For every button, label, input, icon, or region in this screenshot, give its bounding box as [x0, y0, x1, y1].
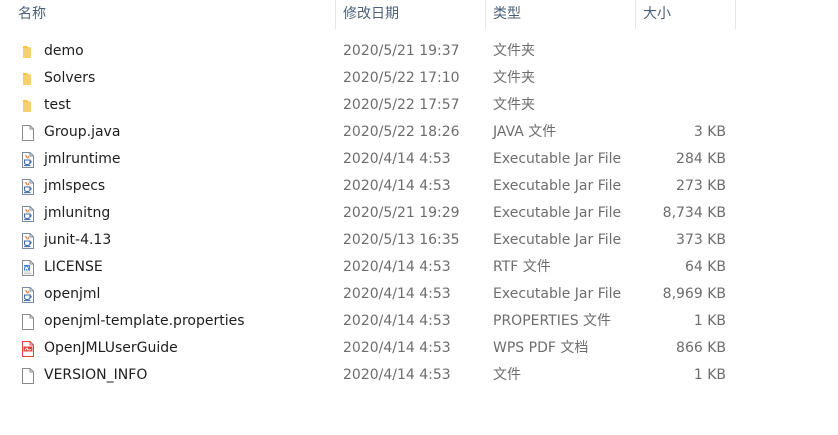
- folder-icon: [19, 70, 37, 88]
- file-size: 64 KB: [684, 259, 726, 275]
- file-name: openjml-template.properties: [44, 313, 245, 329]
- file-row[interactable]: OpenJMLUserGuide 2020/4/14 4:53 WPS PDF 文档…: [0, 335, 838, 362]
- column-divider[interactable]: [635, 0, 636, 29]
- java-jar-icon: [19, 151, 37, 169]
- file-modified-date: 2020/5/22 17:57: [343, 97, 460, 113]
- file-modified-date: 2020/4/14 4:53: [343, 286, 451, 302]
- file-name: test: [44, 97, 71, 113]
- file-type: Executable Jar File: [493, 286, 622, 302]
- file-type: RTF 文件: [493, 259, 551, 275]
- file-size: 273 KB: [676, 178, 726, 194]
- column-header-name[interactable]: 名称: [18, 0, 46, 29]
- blank-file-icon: [19, 313, 37, 331]
- java-jar-icon: [19, 178, 37, 196]
- file-name: openjml: [44, 286, 101, 302]
- java-jar-icon: [19, 286, 37, 304]
- column-header-type[interactable]: 类型: [493, 0, 521, 29]
- file-type: Executable Jar File: [493, 205, 622, 221]
- file-modified-date: 2020/5/21 19:37: [343, 43, 460, 59]
- file-size: 1 KB: [693, 313, 726, 329]
- file-row[interactable]: demo 2020/5/21 19:37 文件夹: [0, 38, 838, 65]
- column-divider[interactable]: [335, 0, 336, 29]
- file-name: demo: [44, 43, 84, 59]
- file-modified-date: 2020/4/14 4:53: [343, 178, 451, 194]
- column-divider[interactable]: [485, 0, 486, 29]
- file-type: 文件夹: [493, 70, 535, 86]
- file-row[interactable]: VERSION_INFO 2020/4/14 4:53 文件 1 KB: [0, 362, 838, 389]
- file-modified-date: 2020/4/14 4:53: [343, 340, 451, 356]
- file-row[interactable]: openjml-template.properties 2020/4/14 4:5…: [0, 308, 838, 335]
- file-name: OpenJMLUserGuide: [44, 340, 178, 356]
- file-modified-date: 2020/4/14 4:53: [343, 151, 451, 167]
- column-header-size[interactable]: 大小: [643, 0, 671, 29]
- folder-icon: [19, 43, 37, 61]
- column-header-date[interactable]: 修改日期: [343, 0, 399, 29]
- file-row[interactable]: openjml 2020/4/14 4:53 Executable Jar File…: [0, 281, 838, 308]
- file-row[interactable]: LICENSE 2020/4/14 4:53 RTF 文件 64 KB: [0, 254, 838, 281]
- file-row[interactable]: jmlruntime 2020/4/14 4:53 Executable Jar F…: [0, 146, 838, 173]
- file-type: PROPERTIES 文件: [493, 313, 612, 329]
- folder-icon: [19, 97, 37, 115]
- column-header-bar: 名称 ^ 修改日期 类型 大小: [0, 0, 838, 29]
- file-name: junit-4.13: [44, 232, 112, 248]
- file-size: 3 KB: [693, 124, 726, 140]
- file-modified-date: 2020/5/22 17:10: [343, 70, 460, 86]
- file-size: 8,969 KB: [662, 286, 726, 302]
- file-modified-date: 2020/4/14 4:53: [343, 313, 451, 329]
- file-row[interactable]: test 2020/5/22 17:57 文件夹: [0, 92, 838, 119]
- file-row[interactable]: Solvers 2020/5/22 17:10 文件夹: [0, 65, 838, 92]
- file-modified-date: 2020/5/22 18:26: [343, 124, 460, 140]
- sort-indicator-icon: ^: [166, 0, 180, 6]
- file-name: Group.java: [44, 124, 121, 140]
- file-modified-date: 2020/4/14 4:53: [343, 367, 451, 383]
- file-name: Solvers: [44, 70, 96, 86]
- file-modified-date: 2020/5/13 16:35: [343, 232, 460, 248]
- file-type: Executable Jar File: [493, 232, 622, 248]
- file-row[interactable]: jmlunitng 2020/5/21 19:29 Executable Jar F…: [0, 200, 838, 227]
- file-row[interactable]: junit-4.13 2020/5/13 16:35 Executable Jar …: [0, 227, 838, 254]
- file-name: VERSION_INFO: [44, 367, 148, 383]
- file-size: 1 KB: [693, 367, 726, 383]
- file-row[interactable]: jmlspecs 2020/4/14 4:53 Executable Jar Fil…: [0, 173, 838, 200]
- file-modified-date: 2020/4/14 4:53: [343, 259, 451, 275]
- file-size: 8,734 KB: [662, 205, 726, 221]
- file-modified-date: 2020/5/21 19:29: [343, 205, 460, 221]
- column-divider[interactable]: [735, 0, 736, 29]
- file-type: Executable Jar File: [493, 178, 622, 194]
- file-size: 866 KB: [676, 340, 726, 356]
- file-type: 文件夹: [493, 97, 535, 113]
- blank-file-icon: [19, 124, 37, 142]
- file-type: 文件夹: [493, 43, 535, 59]
- file-type: 文件: [493, 367, 521, 383]
- java-jar-icon: [19, 205, 37, 223]
- pdf-document-icon: [19, 340, 37, 358]
- file-list: demo 2020/5/21 19:37 文件夹 Solvers 2020/5/22 1…: [0, 38, 838, 389]
- blank-file-icon: [19, 367, 37, 385]
- file-type: Executable Jar File: [493, 151, 622, 167]
- file-type: JAVA 文件: [493, 124, 557, 140]
- java-jar-icon: [19, 232, 37, 250]
- file-size: 373 KB: [676, 232, 726, 248]
- rtf-document-icon: [19, 259, 37, 277]
- file-row[interactable]: Group.java 2020/5/22 18:26 JAVA 文件 3 KB: [0, 119, 838, 146]
- file-name: jmlruntime: [44, 151, 121, 167]
- file-name: jmlspecs: [44, 178, 106, 194]
- file-name: LICENSE: [44, 259, 103, 275]
- file-type: WPS PDF 文档: [493, 340, 589, 356]
- file-name: jmlunitng: [44, 205, 111, 221]
- file-size: 284 KB: [676, 151, 726, 167]
